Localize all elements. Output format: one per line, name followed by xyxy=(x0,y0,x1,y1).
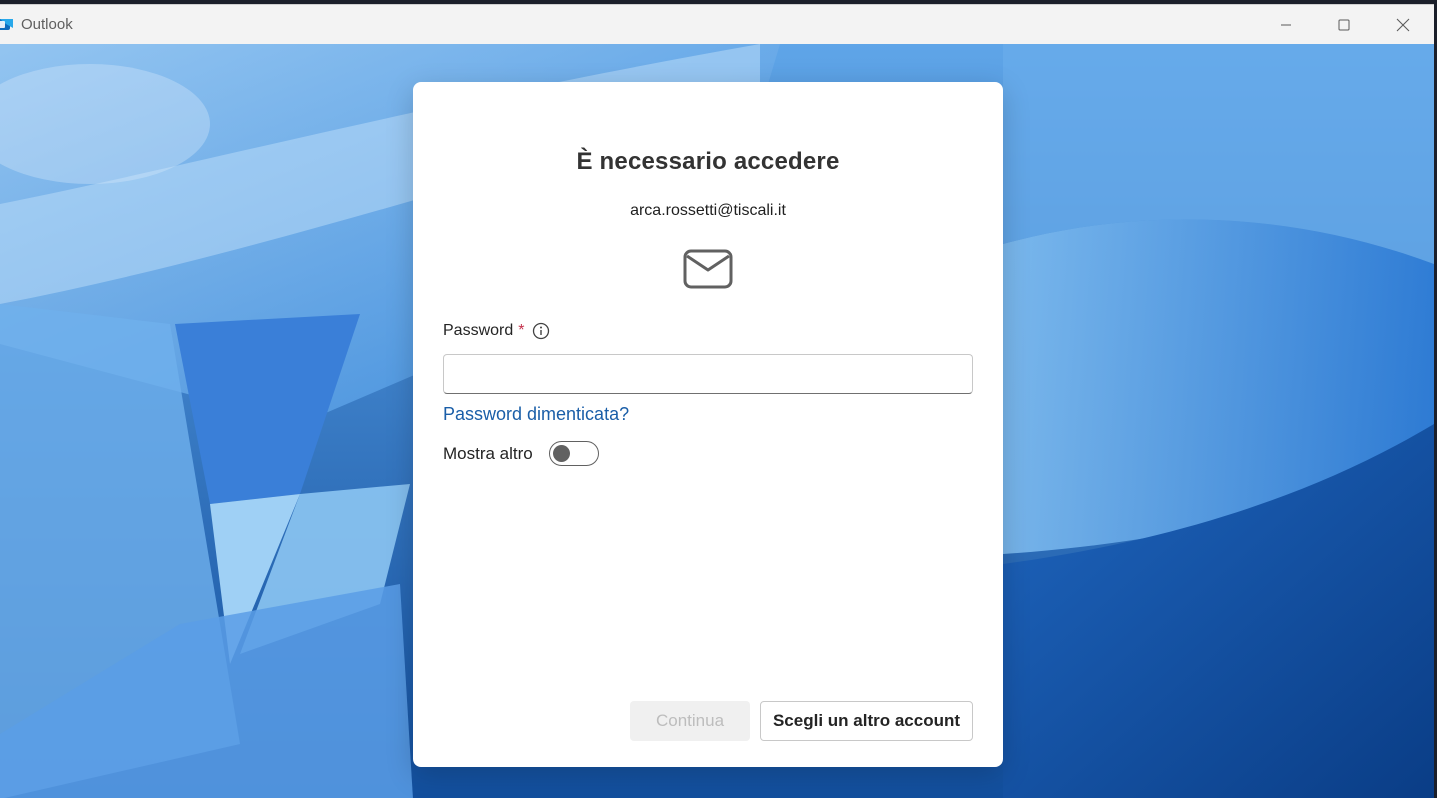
password-label: Password xyxy=(443,322,514,339)
window-title: Outlook xyxy=(21,16,73,33)
outlook-icon xyxy=(0,16,14,32)
continue-button[interactable]: Continua xyxy=(630,701,750,741)
minimize-button[interactable] xyxy=(1257,5,1315,44)
close-button[interactable] xyxy=(1374,5,1432,44)
show-more-label: Mostra altro xyxy=(443,443,533,463)
title-bar: Outlook xyxy=(0,5,1434,44)
close-icon xyxy=(1396,18,1410,31)
toggle-knob xyxy=(552,445,570,462)
show-more-row: Mostra altro xyxy=(443,441,599,466)
show-more-toggle[interactable] xyxy=(548,441,599,466)
outlook-window: Outlook È necessario accedere arca.rosse… xyxy=(0,4,1434,798)
password-label-row: Password * xyxy=(443,322,550,340)
account-email: arca.rossetti@tiscali.it xyxy=(630,202,786,219)
choose-other-account-button[interactable]: Scegli un altro account xyxy=(760,701,973,741)
maximize-icon xyxy=(1338,19,1350,30)
password-input[interactable] xyxy=(443,354,973,394)
mail-icon xyxy=(683,249,733,289)
sign-in-dialog: È necessario accedere arca.rossetti@tisc… xyxy=(413,82,1003,767)
forgot-password-link[interactable]: Password dimenticata? xyxy=(443,404,629,425)
required-mark: * xyxy=(518,322,525,339)
info-icon[interactable] xyxy=(532,322,550,340)
dialog-title: È necessario accedere xyxy=(576,148,840,175)
maximize-button[interactable] xyxy=(1315,5,1373,44)
minimize-icon xyxy=(1281,24,1291,25)
